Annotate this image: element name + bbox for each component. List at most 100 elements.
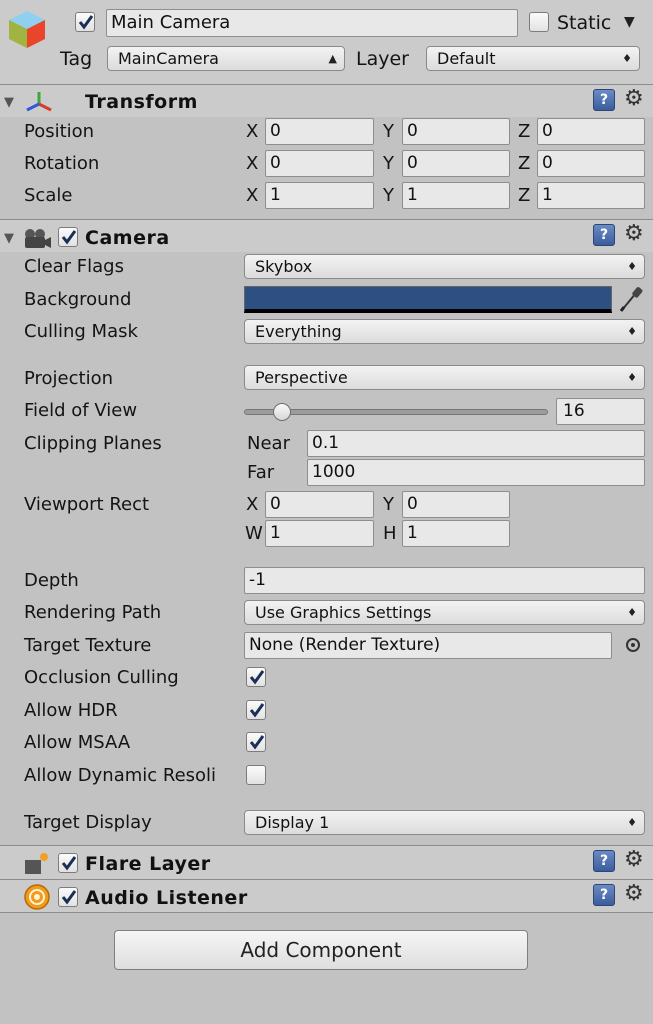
- position-x-field[interactable]: 0: [265, 118, 374, 145]
- fov-field[interactable]: 16: [556, 398, 645, 425]
- scale-y-field[interactable]: 1: [402, 182, 510, 209]
- audio-listener-icon: [24, 884, 50, 910]
- dropdown-arrows-icon: ♦: [627, 325, 637, 338]
- rotation-x-field[interactable]: 0: [265, 150, 374, 177]
- help-book-icon[interactable]: ?: [593, 884, 615, 906]
- far-field[interactable]: 1000: [307, 459, 645, 486]
- checkmark-icon: [61, 890, 77, 905]
- camera-enabled-checkbox[interactable]: [58, 227, 78, 247]
- checkmark-icon: [249, 670, 265, 685]
- allow-dynamic-resolution-label: Allow Dynamic Resoli: [24, 765, 217, 786]
- camera-icon: [22, 228, 52, 250]
- position-y-label[interactable]: Y: [383, 121, 394, 143]
- scale-y-label[interactable]: Y: [383, 185, 394, 207]
- scale-z-field[interactable]: 1: [537, 182, 645, 209]
- tag-label: Tag: [60, 48, 93, 70]
- help-book-icon[interactable]: ?: [593, 850, 615, 872]
- static-checkbox[interactable]: [529, 12, 549, 32]
- rendering-path-value: Use Graphics Settings: [255, 603, 432, 622]
- dropdown-arrows-icon: ♦: [627, 606, 637, 619]
- rendering-path-label: Rendering Path: [24, 602, 162, 623]
- target-display-dropdown[interactable]: Display 1 ♦: [244, 810, 645, 835]
- fov-slider-thumb[interactable]: [272, 403, 291, 421]
- object-picker-icon[interactable]: [626, 638, 640, 652]
- help-book-icon[interactable]: ?: [593, 89, 615, 111]
- checkmark-icon: [61, 230, 77, 245]
- dropdown-arrows-icon: ♦: [627, 816, 637, 829]
- fov-label: Field of View: [24, 400, 138, 421]
- occlusion-culling-label: Occlusion Culling: [24, 667, 179, 688]
- allow-dynamic-resolution-checkbox[interactable]: [246, 765, 266, 785]
- scale-x-label[interactable]: X: [246, 185, 258, 207]
- allow-hdr-checkbox[interactable]: [246, 700, 266, 720]
- active-checkbox[interactable]: [75, 12, 95, 32]
- depth-field[interactable]: -1: [244, 567, 645, 594]
- viewport-w-field[interactable]: 1: [265, 520, 374, 547]
- dropdown-arrows-icon: ♦: [627, 371, 637, 384]
- viewport-w-label[interactable]: W: [245, 523, 263, 545]
- viewport-y-label[interactable]: Y: [383, 494, 394, 516]
- dropdown-arrows-icon: ♦: [622, 52, 632, 65]
- name-field[interactable]: Main Camera: [106, 9, 518, 37]
- layer-value: Default: [437, 49, 496, 68]
- depth-label: Depth: [24, 570, 79, 591]
- add-component-label: Add Component: [240, 938, 402, 962]
- position-y-field[interactable]: 0: [402, 118, 510, 145]
- background-color-swatch[interactable]: [244, 286, 612, 313]
- occlusion-culling-checkbox[interactable]: [246, 667, 266, 687]
- foldout-triangle-icon[interactable]: ▼: [4, 96, 14, 110]
- help-book-icon[interactable]: ?: [593, 224, 615, 246]
- rotation-y-field[interactable]: 0: [402, 150, 510, 177]
- rotation-x-label[interactable]: X: [246, 153, 258, 175]
- rotation-z-label[interactable]: Z: [518, 153, 530, 175]
- static-label: Static: [557, 12, 612, 34]
- audio-listener-checkbox[interactable]: [58, 887, 78, 907]
- flare-layer-icon: [24, 852, 50, 876]
- gear-icon[interactable]: ⚙: [624, 883, 644, 905]
- position-x-label[interactable]: X: [246, 121, 258, 143]
- gear-icon[interactable]: ⚙: [624, 88, 644, 110]
- target-display-value: Display 1: [255, 813, 330, 832]
- transform-title: Transform: [85, 91, 198, 113]
- layer-dropdown[interactable]: Default ♦: [426, 46, 640, 71]
- eyedropper-icon[interactable]: [618, 285, 644, 313]
- position-z-label[interactable]: Z: [518, 121, 530, 143]
- viewport-y-field[interactable]: 0: [402, 491, 510, 518]
- rotation-z-field[interactable]: 0: [537, 150, 645, 177]
- camera-title: Camera: [85, 227, 170, 249]
- flare-layer-checkbox[interactable]: [58, 853, 78, 873]
- background-label: Background: [24, 289, 132, 310]
- scale-label: Scale: [24, 185, 73, 206]
- gear-icon[interactable]: ⚙: [624, 849, 644, 871]
- add-component-button[interactable]: Add Component: [114, 930, 528, 970]
- rotation-y-label[interactable]: Y: [383, 153, 394, 175]
- position-z-field[interactable]: 0: [537, 118, 645, 145]
- allow-msaa-checkbox[interactable]: [246, 732, 266, 752]
- scale-z-label[interactable]: Z: [518, 185, 530, 207]
- projection-dropdown[interactable]: Perspective ♦: [244, 365, 645, 390]
- allow-msaa-label: Allow MSAA: [24, 732, 131, 753]
- clear-flags-dropdown[interactable]: Skybox ♦: [244, 254, 645, 279]
- viewport-x-field[interactable]: 0: [265, 491, 374, 518]
- foldout-triangle-icon[interactable]: ▼: [4, 232, 14, 246]
- gear-icon[interactable]: ⚙: [624, 223, 644, 245]
- culling-mask-dropdown[interactable]: Everything ♦: [244, 319, 645, 344]
- clear-flags-value: Skybox: [255, 257, 313, 276]
- viewport-x-label[interactable]: X: [246, 494, 258, 516]
- scale-x-field[interactable]: 1: [265, 182, 374, 209]
- tag-dropdown[interactable]: MainCamera ▲: [107, 46, 345, 71]
- near-label: Near: [247, 433, 290, 454]
- static-dropdown-arrow[interactable]: ▼: [624, 14, 635, 30]
- dropdown-arrows-icon: ♦: [627, 260, 637, 273]
- position-label: Position: [24, 121, 95, 142]
- layer-label: Layer: [356, 48, 409, 70]
- checkmark-icon: [249, 735, 265, 750]
- checkmark-icon: [249, 703, 265, 718]
- rendering-path-dropdown[interactable]: Use Graphics Settings ♦: [244, 600, 645, 625]
- target-texture-field[interactable]: None (Render Texture): [244, 632, 612, 659]
- near-field[interactable]: 0.1: [307, 430, 645, 457]
- viewport-h-label[interactable]: H: [383, 523, 397, 545]
- viewport-h-field[interactable]: 1: [402, 520, 510, 547]
- clipping-planes-label: Clipping Planes: [24, 433, 162, 454]
- far-label: Far: [247, 462, 275, 483]
